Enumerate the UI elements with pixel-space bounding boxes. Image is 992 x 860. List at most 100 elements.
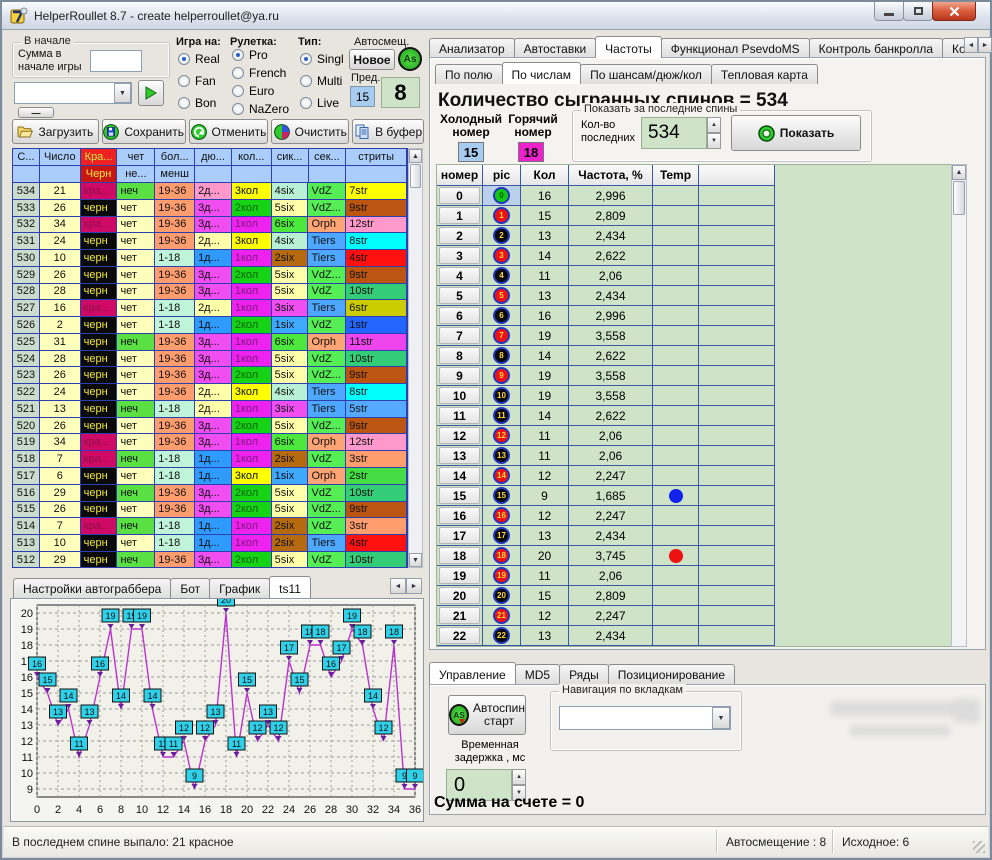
freq-row[interactable]: 2222132,434 xyxy=(437,626,775,646)
freq-row[interactable]: 77193,558 xyxy=(437,326,775,346)
radio-nazero[interactable]: NaZero xyxy=(232,102,289,116)
tab-частоты[interactable]: Частоты xyxy=(595,36,662,58)
copy-button[interactable]: В буфер xyxy=(352,119,424,144)
freq-row[interactable]: 2020152,809 xyxy=(437,586,775,606)
count-spinbox[interactable]: 534 xyxy=(641,117,707,149)
radio-singl[interactable]: Singl xyxy=(300,52,344,66)
spins-row[interactable]: 5147кра...неч1-181д...1кол2sixVdZ3str xyxy=(13,518,407,535)
save-button[interactable]: Сохранить xyxy=(102,119,186,144)
subtab-по-полю[interactable]: По полю xyxy=(435,64,503,84)
spins-row[interactable]: 52224чернчет19-362д...3кол4sixTiers8str xyxy=(13,384,407,401)
maximize-button[interactable] xyxy=(903,2,933,21)
nav-dropdown-icon[interactable]: ▼ xyxy=(712,707,730,729)
freq-row[interactable]: 1111142,622 xyxy=(437,406,775,426)
start-sum-input[interactable] xyxy=(90,50,142,72)
title-bar[interactable]: HelperRoullet 8.7 - create helperroullet… xyxy=(2,2,990,30)
spins-row[interactable]: 51629черннеч19-363д...2кол5sixVdZ10str xyxy=(13,485,407,502)
tab-позиционирование[interactable]: Позиционирование xyxy=(608,664,735,684)
freq-row[interactable]: 00162,996 xyxy=(437,186,775,206)
autoshift-as-button[interactable]: As xyxy=(398,47,422,71)
freq-row[interactable]: 44112,06 xyxy=(437,266,775,286)
spins-row[interactable]: 52428чернчет19-363д...1кол5sixVdZ10str xyxy=(13,351,407,368)
spins-row[interactable]: 52828чернчет19-363д...1кол5sixVdZ10str xyxy=(13,284,407,301)
tab-контроль-банкролла[interactable]: Контроль банкролла xyxy=(809,38,943,58)
undo-button[interactable]: Отменить xyxy=(189,119,269,144)
spins-row[interactable]: 52926чернчет19-363д...2кол5sixVdZ...9str xyxy=(13,267,407,284)
radio-live[interactable]: Live xyxy=(300,96,339,110)
freq-row[interactable]: 1010193,558 xyxy=(437,386,775,406)
freq-row[interactable]: 1919112,06 xyxy=(437,566,775,586)
radio-pro[interactable]: Pro xyxy=(232,48,268,62)
spins-row[interactable]: 52113черннеч1-182д...1кол3sixTiers5str xyxy=(13,401,407,418)
subtab-тепловая-карта[interactable]: Тепловая карта xyxy=(711,64,818,84)
radio-euro[interactable]: Euro xyxy=(232,84,274,98)
history-combobox[interactable]: ▼ xyxy=(14,82,132,104)
spins-row[interactable]: 52716кра...чет1-182д...1кол3sixTiers6str xyxy=(13,300,407,317)
freq-scroll-up-icon[interactable]: ▲ xyxy=(952,165,966,180)
minimize-button[interactable] xyxy=(874,2,904,21)
spins-row[interactable]: 53326чернчет19-363д...2кол5sixVdZ...9str xyxy=(13,200,407,217)
freq-row[interactable]: 151591,685 xyxy=(437,486,775,506)
freq-row[interactable]: 66162,996 xyxy=(437,306,775,326)
clear-button[interactable]: Очистить xyxy=(271,119,349,144)
combobox-dropdown-icon[interactable]: ▼ xyxy=(114,83,131,103)
radio-real[interactable]: Real xyxy=(178,52,220,66)
spins-row[interactable]: 5262чернчет1-181д...2кол1sixVdZ1str xyxy=(13,317,407,334)
right-tabs-right-arrow-icon[interactable]: ► xyxy=(978,37,992,53)
resize-grip[interactable] xyxy=(973,841,985,853)
count-spinner[interactable]: ▲▼ xyxy=(707,117,721,149)
tabs-right-arrow-icon[interactable]: ► xyxy=(406,578,422,594)
freq-row[interactable]: 99193,558 xyxy=(437,366,775,386)
spins-row[interactable]: 5187кра...неч1-181д...1кол2sixVdZ3str xyxy=(13,451,407,468)
frequency-scrollbar[interactable]: ▲ xyxy=(951,164,967,647)
tab-ряды[interactable]: Ряды xyxy=(559,664,609,684)
show-button[interactable]: Показать xyxy=(731,115,861,151)
freq-row[interactable]: 33142,622 xyxy=(437,246,775,266)
freq-row[interactable]: 1414122,247 xyxy=(437,466,775,486)
freq-row[interactable]: 1616122,247 xyxy=(437,506,775,526)
spins-row[interactable]: 52326чернчет19-363д...2кол5sixVdZ...9str xyxy=(13,367,407,384)
subtab-по-числам[interactable]: По числам xyxy=(502,62,582,84)
spins-row[interactable]: 52531черннеч19-363д...1кол6sixOrph11str xyxy=(13,334,407,351)
scroll-down-icon[interactable]: ▼ xyxy=(409,553,422,567)
radio-bon[interactable]: Bon xyxy=(178,96,216,110)
freq-row[interactable]: 1818203,745 xyxy=(437,546,775,566)
close-button[interactable] xyxy=(932,2,976,21)
nav-combobox[interactable]: ▼ xyxy=(559,706,731,730)
freq-row[interactable]: 1717132,434 xyxy=(437,526,775,546)
radio-french[interactable]: French xyxy=(232,66,286,80)
tab-график[interactable]: График xyxy=(209,578,270,598)
tab-автоставки[interactable]: Автоставки xyxy=(514,38,597,58)
spins-row[interactable]: 51526чернчет19-363д...2кол5sixVdZ...9str xyxy=(13,502,407,519)
tab-md5[interactable]: MD5 xyxy=(515,664,560,684)
freq-row[interactable]: 88142,622 xyxy=(437,346,775,366)
collapse-button[interactable]: — xyxy=(18,107,54,118)
freq-scroll-thumb[interactable] xyxy=(953,181,965,215)
freq-row[interactable]: 1212112,06 xyxy=(437,426,775,446)
spins-row[interactable]: 51934кра...чет19-363д...1кол6sixOrph12st… xyxy=(13,434,407,451)
tabs-left-arrow-icon[interactable]: ◄ xyxy=(390,578,406,594)
radio-multi[interactable]: Multi xyxy=(300,74,342,88)
spins-row[interactable]: 51229черннеч19-363д...2кол5sixVdZ10str xyxy=(13,552,407,568)
freq-row[interactable]: 2121122,247 xyxy=(437,606,775,626)
freq-row[interactable]: 55132,434 xyxy=(437,286,775,306)
spins-row[interactable]: 53234кра...чет19-363д...1кол6sixOrph12st… xyxy=(13,217,407,234)
spins-row[interactable]: 53124чернчет19-362д...3кол4sixTiers8str xyxy=(13,233,407,250)
spins-table-scrollbar[interactable]: ▲ ▼ xyxy=(408,148,423,568)
freq-row[interactable]: 11152,809 xyxy=(437,206,775,226)
spins-row[interactable]: 53010чернчет1-181д...1кол2sixTiers4str xyxy=(13,250,407,267)
right-tabs-left-arrow-icon[interactable]: ◄ xyxy=(964,37,978,53)
spins-row[interactable]: 52026чернчет19-363д...2кол5sixVdZ...9str xyxy=(13,418,407,435)
tab-функционал-psevdoms[interactable]: Функционал PsevdoMS xyxy=(661,38,810,58)
freq-row[interactable]: 22132,434 xyxy=(437,226,775,246)
tab-анализатор[interactable]: Анализатор xyxy=(429,38,515,58)
tab-бот[interactable]: Бот xyxy=(170,578,210,598)
scroll-thumb[interactable] xyxy=(410,164,421,188)
autospin-start-button[interactable]: AS Автоспинстарт xyxy=(448,695,526,735)
spins-row[interactable]: 51310чернчет1-181д...1кол2sixTiers4str xyxy=(13,535,407,552)
tab-настройки-автограббера[interactable]: Настройки автограббера xyxy=(13,578,171,598)
radio-fan[interactable]: Fan xyxy=(178,74,216,88)
freq-row[interactable]: 1313112,06 xyxy=(437,446,775,466)
tab-управление[interactable]: Управление xyxy=(429,662,516,684)
new-button[interactable]: Новое xyxy=(349,49,395,70)
